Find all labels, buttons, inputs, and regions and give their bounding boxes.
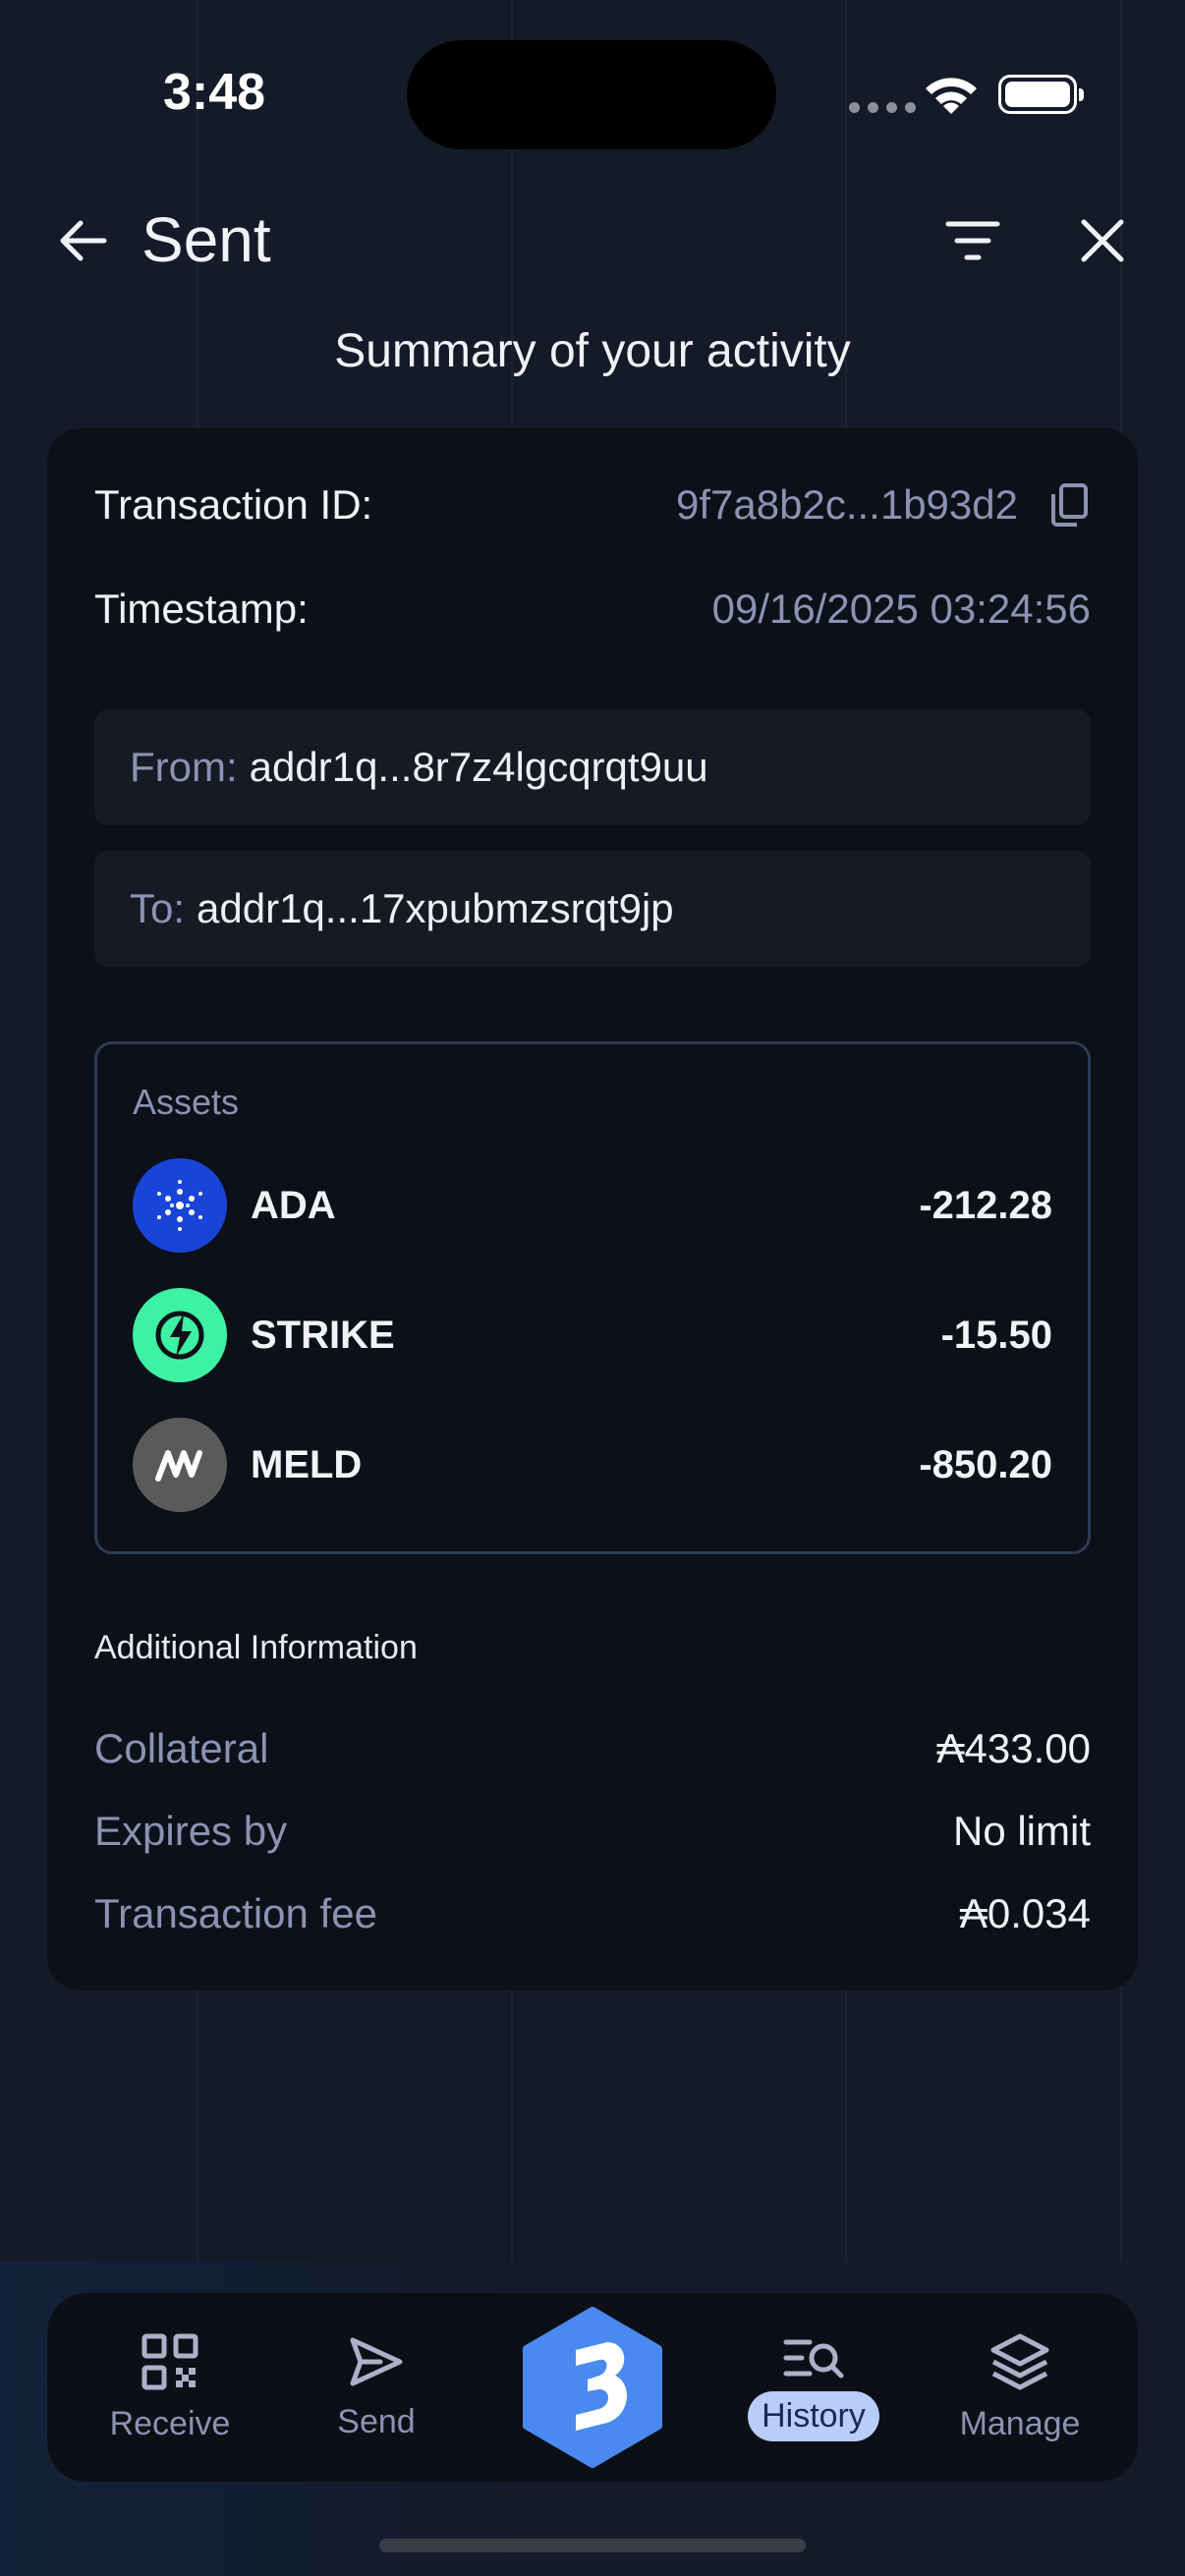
arrow-left-icon	[60, 220, 107, 261]
nav-send[interactable]: Send	[283, 2293, 470, 2482]
nav-receive[interactable]: Receive	[67, 2293, 273, 2482]
meld-icon	[133, 1418, 227, 1512]
info-row-collateral: Collateral ₳433.00	[94, 1719, 1091, 1778]
info-value: ₳0.034	[959, 1890, 1091, 1936]
cellular-signal-icon	[849, 102, 916, 113]
transaction-id-value[interactable]: 9f7a8b2c...1b93d2	[676, 481, 1018, 529]
info-row-fee: Transaction fee ₳0.034	[94, 1884, 1091, 1943]
to-address: addr1q...17xpubmzsrqt9jp	[197, 885, 674, 931]
bottom-nav: Receive Send History Manage	[47, 2293, 1138, 2482]
transaction-id-label: Transaction ID:	[94, 481, 373, 528]
send-icon	[350, 2337, 403, 2385]
to-address-box[interactable]: To: addr1q...17xpubmzsrqt9jp	[94, 851, 1091, 967]
asset-name: ADA	[251, 1183, 336, 1227]
info-row-expires: Expires by No limit	[94, 1802, 1091, 1861]
status-time: 3:48	[163, 64, 266, 121]
additional-info-title: Additional Information	[94, 1629, 418, 1666]
filter-icon	[945, 221, 1000, 260]
asset-row: ADA -212.28	[133, 1158, 1052, 1253]
info-label: Expires by	[94, 1808, 288, 1854]
timestamp-row: Timestamp: 09/16/2025 03:24:56	[94, 580, 1091, 639]
nav-receive-label: Receive	[109, 2404, 231, 2442]
cardano-icon	[133, 1158, 227, 1253]
summary-subtitle: Summary of your activity	[334, 325, 851, 377]
transaction-id-row: Transaction ID: 9f7a8b2c...1b93d2	[94, 476, 1091, 534]
center-home-button[interactable]	[519, 2307, 666, 2468]
info-label: Collateral	[94, 1725, 269, 1771]
info-value: No limit	[952, 1808, 1091, 1854]
close-icon	[1081, 219, 1124, 262]
strike-icon	[133, 1288, 227, 1382]
copy-icon	[1051, 483, 1088, 527]
from-label: From:	[130, 744, 238, 790]
asset-row: MELD -850.20	[133, 1418, 1052, 1512]
assets-panel: Assets ADA -212.28 STRIKE -15.50 MELD -8…	[94, 1041, 1091, 1554]
dynamic-island	[407, 40, 776, 149]
wifi-icon	[926, 78, 977, 114]
nav-manage[interactable]: Manage	[922, 2293, 1118, 2482]
nav-send-label: Send	[337, 2402, 416, 2440]
nav-manage-label: Manage	[959, 2404, 1081, 2442]
asset-name: MELD	[251, 1442, 363, 1486]
asset-amount: -15.50	[940, 1313, 1052, 1357]
header: Sent	[0, 192, 1185, 290]
nav-history-label: History	[748, 2390, 879, 2441]
brand-logo-icon	[523, 2307, 662, 2468]
assets-title: Assets	[133, 1082, 240, 1122]
page-title: Sent	[141, 204, 271, 275]
home-indicator	[379, 2539, 806, 2552]
battery-icon	[998, 75, 1084, 114]
info-value: ₳433.00	[936, 1725, 1091, 1771]
to-label: To:	[130, 885, 186, 931]
asset-amount: -850.20	[919, 1442, 1052, 1486]
back-button[interactable]	[51, 209, 114, 272]
nav-history[interactable]: History	[715, 2293, 912, 2482]
asset-row: STRIKE -15.50	[133, 1288, 1052, 1382]
history-search-icon	[783, 2339, 844, 2378]
info-label: Transaction fee	[94, 1890, 377, 1936]
timestamp-label: Timestamp:	[94, 586, 309, 632]
copy-button[interactable]	[1047, 481, 1091, 529]
from-address: addr1q...8r7z4lgcqrqt9uu	[249, 744, 708, 790]
close-button[interactable]	[1071, 209, 1134, 272]
asset-name: STRIKE	[251, 1313, 395, 1357]
filter-button[interactable]	[939, 209, 1006, 272]
asset-amount: -212.28	[919, 1183, 1052, 1227]
qr-code-icon	[141, 2333, 198, 2389]
status-bar: 3:48	[0, 0, 1185, 187]
from-address-box[interactable]: From: addr1q...8r7z4lgcqrqt9uu	[94, 709, 1091, 825]
timestamp-value: 09/16/2025 03:24:56	[711, 586, 1091, 632]
layers-icon	[990, 2333, 1049, 2389]
transaction-card: Transaction ID: 9f7a8b2c...1b93d2 Timest…	[47, 428, 1138, 1990]
